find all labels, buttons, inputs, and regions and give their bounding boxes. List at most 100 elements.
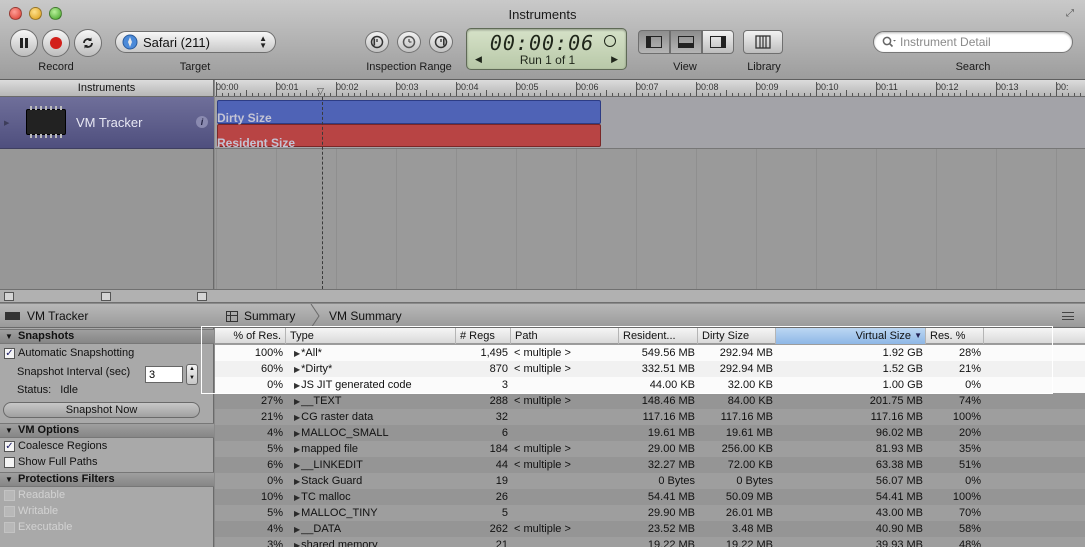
table-cell: [511, 473, 619, 489]
disclosure-triangle-icon[interactable]: ▶: [294, 445, 300, 454]
table-row[interactable]: 4% ▶MALLOC_SMALL 6 19.61 MB 19.61 MB 96.02 MB…: [215, 425, 1085, 441]
coalesce-regions-checkbox[interactable]: ✓ Coalesce Regions: [4, 440, 107, 452]
disclosure-triangle-icon[interactable]: ▶: [294, 461, 300, 470]
target-popup[interactable]: Safari (211) ▲ ▼: [115, 31, 276, 53]
search-input[interactable]: [900, 35, 1065, 49]
snapshot-now-button[interactable]: Snapshot Now: [3, 402, 200, 418]
disclosure-triangle-icon[interactable]: ▶: [294, 413, 300, 422]
disclosure-triangle-icon[interactable]: ▶: [4, 119, 9, 127]
breadcrumb-summary[interactable]: Summary: [226, 304, 295, 328]
show-full-paths-checkbox[interactable]: Show Full Paths: [4, 456, 97, 468]
next-run-icon[interactable]: ▶: [611, 54, 618, 65]
inspection-end-button[interactable]: [429, 31, 453, 53]
timeline-grid-line: [996, 149, 997, 289]
vm-options-section-header[interactable]: ▼ VM Options: [0, 423, 214, 438]
column-header[interactable]: Type: [286, 328, 456, 344]
table-row[interactable]: 3% ▶shared memory 21 19.22 MB 19.22 MB 39.93 …: [215, 537, 1085, 547]
inspection-clear-button[interactable]: [397, 31, 421, 53]
table-cell: 70%: [958, 507, 981, 519]
snapshot-interval-input[interactable]: [145, 366, 183, 383]
view-detail-toggle[interactable]: [670, 30, 702, 54]
loop-button[interactable]: [74, 29, 102, 57]
info-icon[interactable]: i: [196, 116, 208, 128]
track-zoom-out-icon[interactable]: [4, 292, 14, 301]
run-timer-display[interactable]: 00:00:06 Run 1 of 1 ◀ ▶: [466, 28, 627, 70]
record-button[interactable]: [42, 29, 70, 57]
track-scroll-bar[interactable]: [0, 289, 1085, 303]
table-row[interactable]: 0% ▶Stack Guard 19 0 Bytes 0 Bytes 56.07 MB 0%: [215, 473, 1085, 489]
track-zoom-in-icon[interactable]: [197, 292, 207, 301]
disclosure-triangle-icon[interactable]: ▶: [294, 381, 300, 390]
table-row[interactable]: 60% ▶*Dirty* 870 < multiple > 332.51 MB 292.9…: [215, 361, 1085, 377]
disclosure-triangle-icon[interactable]: ▶: [294, 509, 300, 518]
table-cell: 44.00 KB: [649, 379, 695, 391]
column-header[interactable]: Resident...: [619, 328, 698, 344]
column-header[interactable]: # Regs: [456, 328, 511, 344]
disclosure-triangle-icon[interactable]: ▶: [294, 477, 300, 486]
breadcrumb-vm-summary[interactable]: VM Summary: [329, 304, 402, 328]
disclosure-triangle-icon[interactable]: ▶: [294, 541, 300, 547]
table-cell: 74%: [958, 395, 981, 407]
timeline-tick-label: 00:04: [456, 82, 479, 92]
timeline-tick-label: 00:: [1056, 82, 1069, 92]
executable-checkbox[interactable]: Executable: [4, 521, 72, 533]
table-cell: ▶*Dirty*: [294, 363, 333, 375]
table-cell: 19.22 MB: [647, 539, 695, 547]
table-cell: ▶__LINKEDIT: [294, 459, 363, 471]
playhead[interactable]: [322, 97, 323, 289]
table-cell: ▶shared memory: [286, 537, 456, 547]
vm-summary-table[interactable]: % of Res. Type # Regs Path Resident... Dirty …: [215, 328, 1085, 547]
column-header[interactable]: Res. %: [926, 328, 984, 344]
table-row[interactable]: 0% ▶JS JIT generated code 3 44.00 KB 32.00 K…: [215, 377, 1085, 393]
column-header[interactable]: Path: [511, 328, 619, 344]
timeline-tick: [522, 93, 523, 96]
instrument-detail-search[interactable]: [873, 31, 1073, 53]
snapshots-section-header[interactable]: ▼ Snapshots: [0, 329, 214, 344]
timeline-tick-label: 00:08: [696, 82, 719, 92]
view-instruments-toggle[interactable]: [638, 30, 670, 54]
previous-run-icon[interactable]: ◀: [475, 54, 482, 65]
readable-checkbox[interactable]: Readable: [4, 489, 65, 501]
inspection-start-button[interactable]: [365, 31, 389, 53]
timeline-tick: [366, 90, 367, 96]
table-row[interactable]: 27% ▶__TEXT 288 < multiple > 148.46 MB 84.00 …: [215, 393, 1085, 409]
disclosure-triangle-icon[interactable]: ▶: [294, 365, 300, 374]
table-cell: 1.92 GB: [882, 347, 923, 359]
disclosure-triangle-icon[interactable]: ▶: [294, 525, 300, 534]
column-header[interactable]: % of Res.: [215, 328, 286, 344]
disclosure-triangle-icon[interactable]: ▶: [294, 429, 300, 438]
library-button[interactable]: [743, 30, 783, 54]
disclosure-triangle-icon[interactable]: ▶: [294, 349, 300, 358]
fullscreen-icon[interactable]: ⤢: [1066, 8, 1077, 19]
automatic-snapshotting-checkbox[interactable]: ✓ Automatic Snapshotting: [4, 347, 134, 359]
instrument-row-vm-tracker[interactable]: ▶ VM Tracker i: [0, 97, 214, 149]
table-row[interactable]: 4% ▶__DATA 262 < multiple > 23.52 MB 3.48 MB 4…: [215, 521, 1085, 537]
protections-filters-section-header[interactable]: ▼ Protections Filters: [0, 472, 214, 487]
toolbar: Instruments ⤢ Record Safari (211) ▲ ▼ Tar…: [0, 0, 1085, 80]
table-row[interactable]: 5% ▶MALLOC_TINY 5 29.90 MB 26.01 MB 43.00 MB 7…: [215, 505, 1085, 521]
timeline-ruler[interactable]: 00:00 00:01 00:02 00:03 00:04 00:05 00:06 00:07…: [215, 80, 1085, 97]
instrument-track[interactable]: Dirty Size Resident Size: [215, 97, 1085, 289]
column-header[interactable]: Virtual Size ▼: [776, 328, 926, 344]
view-extended-toggle[interactable]: [702, 30, 734, 54]
table-cell: 870: [489, 363, 508, 375]
timeline-tick: [738, 93, 739, 96]
disclosure-triangle-icon[interactable]: ▶: [294, 493, 300, 502]
writable-checkbox[interactable]: Writable: [4, 505, 58, 517]
table-row[interactable]: 100% ▶*All* 1,495 < multiple > 549.56 MB 292.…: [215, 345, 1085, 361]
playhead-marker-icon[interactable]: ▽: [317, 86, 324, 97]
pause-button[interactable]: [10, 29, 38, 57]
detail-menu-icon[interactable]: [1062, 312, 1074, 320]
timeline-tick: [660, 93, 661, 96]
table-row[interactable]: 6% ▶__LINKEDIT 44 < multiple > 32.27 MB 72.00…: [215, 457, 1085, 473]
track-resize-handle-icon[interactable]: [101, 292, 111, 301]
table-row[interactable]: 10% ▶TC malloc 26 54.41 MB 50.09 MB 54.41 MB 1…: [215, 489, 1085, 505]
table-row[interactable]: 21% ▶CG raster data 32 117.16 MB 117.16 MB 11…: [215, 409, 1085, 425]
timeline-tick: [900, 93, 901, 96]
breadcrumb-separator-icon: [310, 304, 320, 328]
table-row[interactable]: 5% ▶mapped file 184 < multiple > 29.00 MB 256…: [215, 441, 1085, 457]
snapshot-interval-stepper[interactable]: ▲ ▼: [186, 364, 198, 385]
timeline-grid-line: [516, 149, 517, 289]
column-header[interactable]: Dirty Size: [698, 328, 776, 344]
disclosure-triangle-icon[interactable]: ▶: [294, 397, 300, 406]
